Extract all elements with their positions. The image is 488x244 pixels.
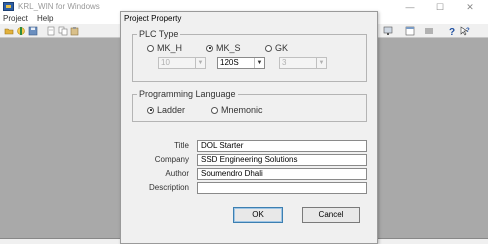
cancel-button[interactable]: Cancel: [302, 207, 360, 223]
mk-s-model-select[interactable]: 120S ▼: [217, 57, 265, 69]
company-label: Company: [154, 155, 189, 164]
app-title: KRL_WIN for Windows: [18, 2, 100, 11]
save-icon[interactable]: [28, 26, 38, 36]
radio-ladder[interactable]: Ladder: [147, 105, 185, 115]
programming-language-group: Programming Language Ladder Mnemonic: [132, 89, 367, 122]
list-icon[interactable]: [424, 26, 434, 36]
close-button[interactable]: ✕: [458, 1, 482, 13]
minimize-button[interactable]: —: [398, 1, 422, 13]
menu-bar: Project Help: [0, 14, 120, 24]
radio-label: MK_H: [157, 43, 183, 53]
radio-gk[interactable]: GK: [265, 43, 288, 53]
svg-text:?: ?: [449, 27, 455, 36]
app-logo-icon: [3, 2, 14, 11]
copy-icon[interactable]: [58, 26, 68, 36]
ok-button[interactable]: OK: [233, 207, 283, 223]
project-property-dialog: Project Property PLC Type MK_H MK_S GK 1…: [120, 11, 378, 244]
cut-icon[interactable]: [46, 26, 56, 36]
radio-label: Mnemonic: [221, 105, 263, 115]
maximize-button[interactable]: ☐: [428, 1, 452, 13]
gk-model-select[interactable]: 3 ▼: [279, 57, 327, 69]
menu-project[interactable]: Project: [3, 14, 28, 23]
radio-label: GK: [275, 43, 289, 53]
radio-mk-h[interactable]: MK_H: [147, 43, 182, 53]
help-icon[interactable]: ?: [446, 26, 456, 36]
svg-text:?: ?: [466, 28, 470, 34]
menu-help[interactable]: Help: [37, 14, 53, 23]
open-folder-icon[interactable]: [4, 26, 14, 36]
radio-indicator: [206, 44, 213, 52]
programming-language-legend: Programming Language: [137, 89, 238, 99]
title-label: Title: [174, 141, 189, 150]
radio-indicator: [147, 44, 154, 52]
description-label: Description: [148, 183, 189, 192]
company-input[interactable]: SSD Engineering Solutions: [197, 154, 367, 166]
chevron-down-icon: ▼: [316, 58, 326, 68]
chevron-down-icon: ▼: [254, 58, 264, 68]
chevron-down-icon: ▼: [195, 58, 205, 68]
new-project-icon[interactable]: [16, 26, 26, 36]
radio-indicator: [265, 44, 272, 52]
monitor-icon[interactable]: [383, 26, 393, 36]
window-icon[interactable]: [405, 26, 415, 36]
author-label: Author: [165, 169, 189, 178]
radio-label: MK_S: [216, 43, 241, 53]
author-input[interactable]: Soumendro Dhali: [197, 168, 367, 180]
plc-type-legend: PLC Type: [137, 29, 181, 39]
radio-indicator: [211, 106, 218, 114]
context-help-icon[interactable]: ?: [460, 26, 470, 36]
paste-icon[interactable]: [70, 26, 80, 36]
plc-type-group: PLC Type MK_H MK_S GK 10 ▼ 120S ▼ 3 ▼: [132, 29, 367, 82]
description-input[interactable]: [197, 182, 367, 194]
title-input[interactable]: DOL Starter: [197, 140, 367, 152]
dialog-title: Project Property: [124, 14, 182, 23]
radio-label: Ladder: [157, 105, 186, 115]
radio-mnemonic[interactable]: Mnemonic: [211, 105, 263, 115]
radio-mk-s[interactable]: MK_S: [206, 43, 241, 53]
radio-indicator: [147, 106, 154, 114]
mk-h-model-select[interactable]: 10 ▼: [158, 57, 206, 69]
